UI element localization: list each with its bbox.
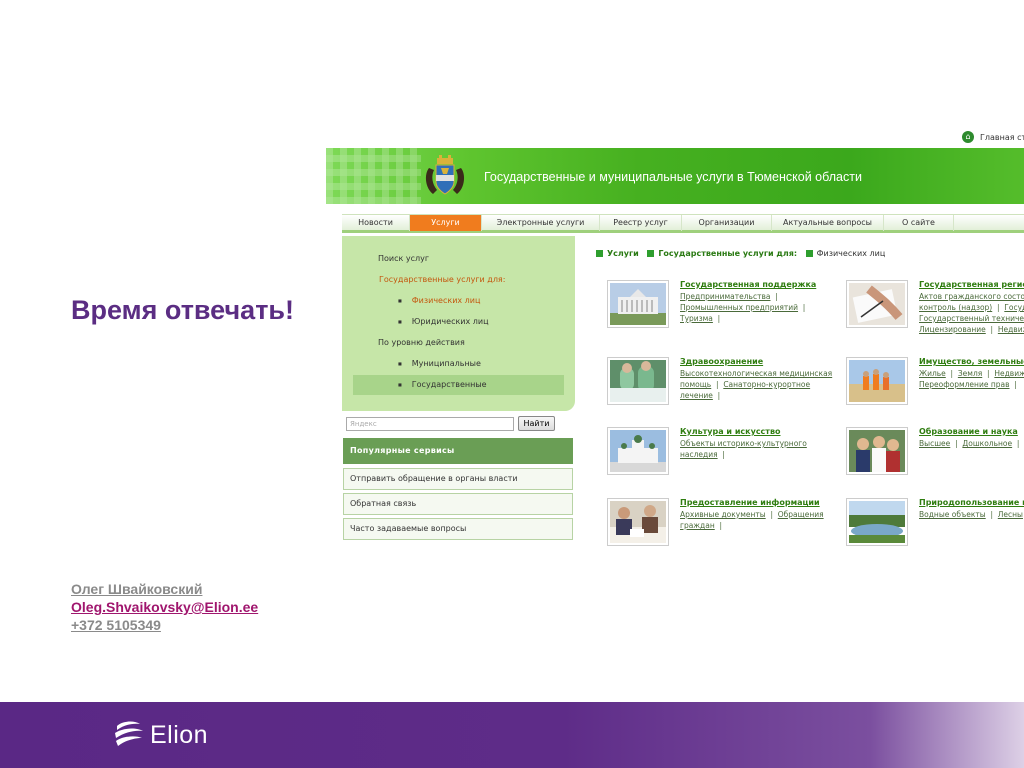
- tile-link[interactable]: Недвиж: [998, 325, 1024, 334]
- contact-email-link[interactable]: Oleg.Shvaikovsky@Elion.ee: [71, 598, 258, 616]
- popular-item[interactable]: Часто задаваемые вопросы: [343, 518, 573, 540]
- tile-title[interactable]: Государственная поддержка: [680, 280, 816, 289]
- tile-image: [607, 357, 669, 405]
- tile-link[interactable]: Архивные документы: [680, 510, 766, 519]
- sidebar-item-municipal[interactable]: Муниципальные: [398, 359, 481, 368]
- sidebar: Поиск услуг Государственные услуги для: …: [342, 236, 575, 411]
- search-button[interactable]: Найти: [518, 416, 555, 431]
- tile-title[interactable]: Здравоохранение: [680, 357, 763, 366]
- banner-title: Государственные и муниципальные услуги в…: [484, 170, 862, 184]
- contact-block: Олег Швайковский Oleg.Shvaikovsky@Elion.…: [71, 580, 258, 634]
- nav-registry[interactable]: Реестр услуг: [600, 215, 682, 231]
- contact-phone[interactable]: +372 5105349: [71, 616, 258, 634]
- main-nav: Новости Услуги Электронные услуги Реестр…: [342, 214, 1024, 233]
- slide-title: Время отвечать!: [71, 295, 295, 325]
- tile-image: [607, 280, 669, 328]
- nav-news[interactable]: Новости: [342, 215, 410, 231]
- tile-title[interactable]: Культура и искусство: [680, 427, 781, 436]
- tile-title[interactable]: Имущество, земельные: [919, 357, 1024, 366]
- home-link-label: Главная стр: [980, 132, 1024, 142]
- site-banner: Государственные и муниципальные услуги в…: [326, 148, 1024, 204]
- tile-link[interactable]: Актов гражданского состоя: [919, 292, 1024, 301]
- tile-link[interactable]: Предпринимательства: [680, 292, 770, 301]
- tile-image: [607, 498, 669, 546]
- search-input[interactable]: Яндекс: [346, 417, 514, 431]
- brand-logo: Elion: [112, 718, 208, 752]
- banner-pattern: [326, 148, 421, 204]
- tile-image: [846, 357, 908, 405]
- tile-image: [607, 427, 669, 475]
- tile-title[interactable]: Образование и наука: [919, 427, 1018, 436]
- sidebar-item-individuals[interactable]: Физических лиц: [398, 296, 481, 305]
- breadcrumb-services[interactable]: Услуги: [607, 249, 639, 258]
- tile-link[interactable]: Госуд: [1004, 303, 1024, 312]
- tile-link[interactable]: Обращения: [778, 510, 824, 519]
- tile-links: Жилье | Земля | Недвиж Переоформление пр…: [919, 369, 1024, 389]
- arrow-icon: [596, 250, 603, 257]
- tile-links: Водные объекты | Лесны: [919, 510, 1023, 519]
- tile-link[interactable]: Объекты историко-культурного: [680, 439, 807, 448]
- website-screenshot: ⌂ Главная стр Государственные и муниципа…: [326, 126, 1024, 550]
- tile-link[interactable]: Лесны: [998, 510, 1023, 519]
- nav-current-questions[interactable]: Актуальные вопросы: [772, 215, 884, 231]
- tile-title[interactable]: Предоставление информации: [680, 498, 820, 507]
- sidebar-item-state[interactable]: Государственные: [398, 380, 487, 389]
- sidebar-item-search[interactable]: Поиск услуг: [378, 254, 429, 263]
- tile-links: Объекты историко-культурного наследия |: [680, 439, 807, 459]
- tile-link[interactable]: Водные объекты: [919, 510, 986, 519]
- sidebar-item-gov-services[interactable]: Государственные услуги для:: [379, 275, 505, 284]
- arrow-icon: [647, 250, 655, 257]
- tile-link[interactable]: лечение: [680, 391, 713, 400]
- top-bar: ⌂ Главная стр: [326, 126, 1024, 148]
- brand-name: Elion: [150, 720, 209, 749]
- nav-e-services[interactable]: Электронные услуги: [482, 215, 600, 231]
- tile-link[interactable]: помощь: [680, 380, 711, 389]
- contact-name[interactable]: Олег Швайковский: [71, 580, 258, 598]
- tile-links: Актов гражданского состоя контроль (надз…: [919, 291, 1024, 335]
- breadcrumb-current: Физических лиц: [816, 249, 886, 258]
- tile-image: [846, 498, 908, 546]
- tile-link[interactable]: Высокотехнологическая медицинская: [680, 369, 832, 378]
- tile-links: Высшее | Дошкольное |: [919, 439, 1020, 448]
- popular-item[interactable]: Обратная связь: [343, 493, 573, 515]
- tile-link[interactable]: контроль (надзор): [919, 303, 992, 312]
- home-icon: ⌂: [962, 131, 974, 143]
- home-link[interactable]: ⌂ Главная стр: [962, 131, 1024, 143]
- tile-link[interactable]: наследия: [680, 450, 718, 459]
- tile-link[interactable]: Лицензирование: [919, 325, 986, 334]
- tile-link[interactable]: Государственный технически: [919, 314, 1024, 323]
- tile-links: Предпринимательства | Промышленных предп…: [680, 292, 806, 323]
- arrow-icon: [805, 250, 813, 257]
- nav-organizations[interactable]: Организации: [682, 215, 772, 231]
- tile-link[interactable]: Жилье: [919, 369, 946, 378]
- coat-of-arms-icon: [425, 155, 465, 195]
- presentation-slide: Время отвечать! Олег Швайковский Oleg.Sh…: [0, 0, 1024, 768]
- tile-link[interactable]: Недвиж: [994, 369, 1024, 378]
- sidebar-item-by-level[interactable]: По уровню действия: [378, 338, 465, 347]
- tile-links: Архивные документы | Обращения граждан |: [680, 510, 824, 530]
- nav-services[interactable]: Услуги: [410, 215, 482, 231]
- search-row: Яндекс Найти: [342, 414, 575, 434]
- nav-about[interactable]: О сайте: [884, 215, 954, 231]
- tile-title[interactable]: Природопользование и з: [919, 498, 1024, 507]
- elion-logo-icon: [115, 721, 143, 746]
- tile-link[interactable]: Земля: [958, 369, 982, 378]
- tile-title[interactable]: Государственная регист: [919, 280, 1024, 289]
- tile-links: Высокотехнологическая медицинская помощь…: [680, 369, 833, 400]
- breadcrumb-gov-services[interactable]: Государственные услуги для:: [658, 249, 797, 258]
- tile-link[interactable]: Переоформление прав: [919, 380, 1010, 389]
- slide-footer: Elion: [0, 702, 1024, 768]
- tile-link[interactable]: Высшее: [919, 439, 950, 448]
- tile-link[interactable]: Туризма: [680, 314, 713, 323]
- tile-image: [846, 427, 908, 475]
- tile-link[interactable]: Дошкольное: [962, 439, 1012, 448]
- popular-services-heading: Популярные сервисы: [343, 438, 573, 464]
- tile-link[interactable]: Промышленных предприятий: [680, 303, 798, 312]
- popular-item[interactable]: Отправить обращение в органы власти: [343, 468, 573, 490]
- tile-link[interactable]: граждан: [680, 521, 715, 530]
- tile-image: [846, 280, 908, 328]
- tile-link[interactable]: Санаторно-курортное: [723, 380, 810, 389]
- sidebar-item-legal[interactable]: Юридических лиц: [398, 317, 489, 326]
- breadcrumb: Услуги Государственные услуги для: Физич…: [596, 249, 885, 258]
